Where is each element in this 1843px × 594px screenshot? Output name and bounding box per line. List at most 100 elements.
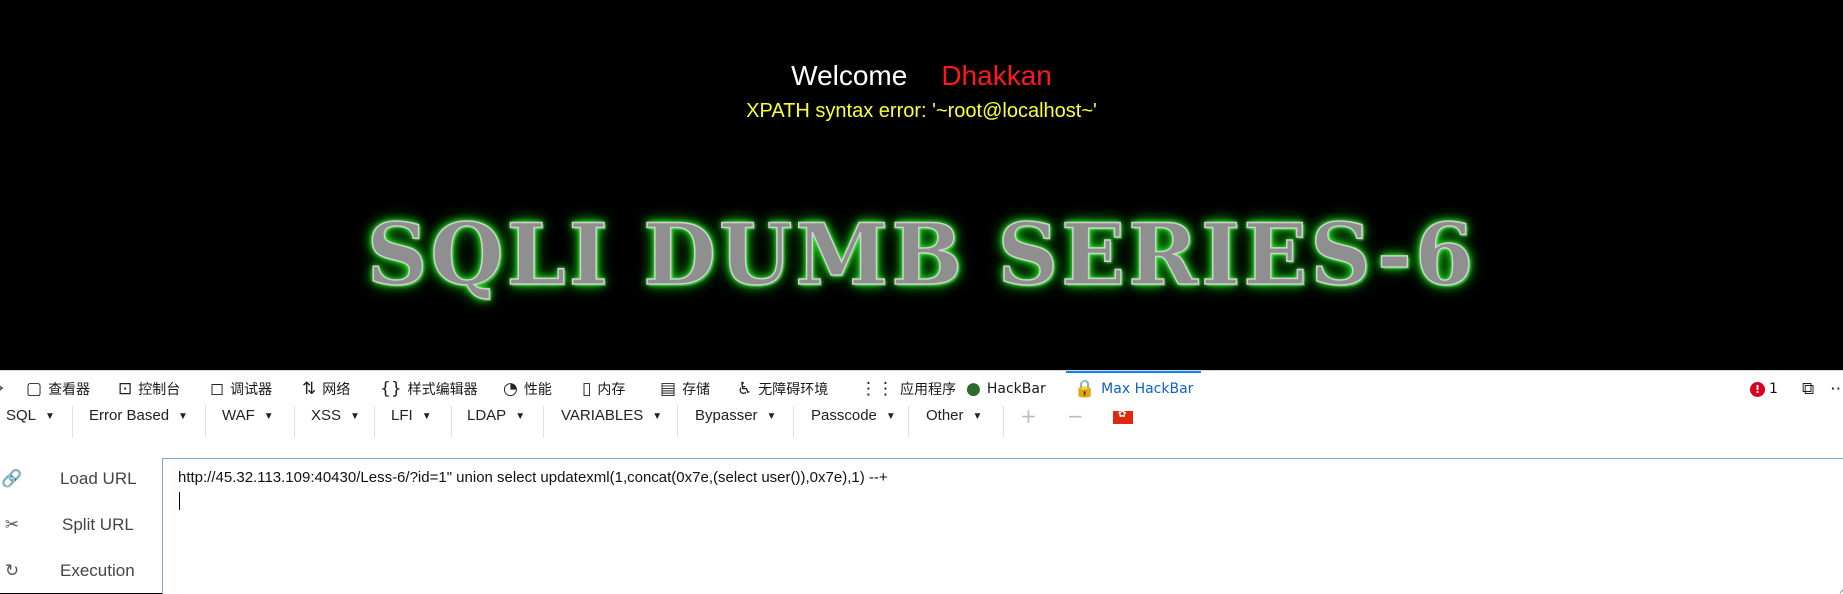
error-count-badge[interactable]: ! 1	[1750, 371, 1778, 407]
tab-label: 样式编辑器	[407, 382, 478, 398]
tab-hackbar[interactable]: ● HackBar	[966, 371, 1046, 407]
chevron-down-icon: ▼	[652, 411, 663, 422]
menu-label: XSS	[311, 407, 342, 424]
hackbar-body: 🔗 Load URL ✂ Split URL ↻ Execution http:…	[0, 438, 1843, 594]
menu-label: SQL	[6, 407, 37, 424]
menu-label: Passcode	[811, 407, 877, 424]
menu-lfi[interactable]: LFI ▼	[391, 406, 432, 439]
menu-waf[interactable]: WAF ▼	[222, 406, 274, 439]
chevron-down-icon: ▼	[178, 411, 188, 422]
tab-label: 查看器	[48, 382, 91, 398]
action-label: Load URL	[60, 469, 137, 488]
divider	[72, 406, 73, 438]
welcome-label: Welcome	[791, 60, 908, 91]
hackbar-icon: ●	[966, 379, 981, 399]
accessibility-icon: ♿	[737, 379, 753, 399]
banner-title: SQLI DUMB SERIES-6	[0, 204, 1843, 305]
minus-icon[interactable]: −	[1067, 406, 1084, 426]
menu-other[interactable]: Other ▼	[926, 406, 982, 439]
tab-accessibility[interactable]: ♿ 无障碍环境	[737, 371, 828, 407]
text-cursor	[179, 492, 180, 510]
chevron-down-icon: ▼	[263, 411, 274, 422]
tab-network[interactable]: ⇅ 网络	[302, 371, 350, 407]
tab-storage[interactable]: ▤ 存储	[660, 371, 710, 407]
menu-error-based[interactable]: Error Based ▼	[89, 406, 188, 439]
tab-label: HackBar	[986, 381, 1046, 397]
tab-label: 网络	[322, 382, 351, 398]
scissors-icon: ✂	[4, 515, 20, 534]
error-message: XPATH syntax error: '~root@localhost~'	[746, 100, 1097, 122]
load-url-button[interactable]: 🔗 Load URL	[0, 459, 160, 499]
menu-label: VARIABLES	[561, 407, 644, 424]
style-editor-icon: {}	[380, 379, 402, 399]
menu-ldap[interactable]: LDAP ▼	[467, 406, 525, 439]
tab-max-hackbar[interactable]: 🔒 Max HackBar	[1065, 371, 1202, 407]
tab-label: Max HackBar	[1101, 381, 1194, 397]
menu-sql[interactable]: SQL ▼	[6, 406, 55, 439]
tab-performance[interactable]: ◔ 性能	[503, 371, 552, 407]
divider	[1003, 406, 1004, 438]
debugger-icon: ◻	[210, 379, 225, 399]
tab-label: 无障碍环境	[758, 382, 829, 398]
inspector-icon: ▢	[26, 379, 43, 399]
banner-title-text: SQLI DUMB SERIES-6	[366, 204, 1477, 305]
menu-passcode[interactable]: Passcode ▼	[811, 406, 896, 439]
link-icon: 🔗	[1, 469, 23, 488]
network-icon: ⇅	[302, 379, 317, 399]
chevron-down-icon: ▼	[885, 411, 896, 422]
sqli-page: Welcome Dhakkan XPATH syntax error: '~roo…	[0, 0, 1843, 370]
url-text: http://45.32.113.109:40430/Less-6/?id=1"…	[178, 469, 888, 486]
action-label: Split URL	[62, 515, 134, 534]
error-count: 1	[1769, 381, 1778, 397]
tab-label: 内存	[597, 382, 626, 398]
tab-application[interactable]: ⋮⋮ 应用程序	[860, 371, 956, 407]
menu-label: Other	[926, 407, 964, 424]
plus-icon[interactable]: +	[1020, 406, 1037, 426]
user-name: Dhakkan	[941, 60, 1052, 91]
menu-label: Error Based	[89, 407, 170, 424]
menu-label: LFI	[391, 407, 413, 424]
resize-handle-icon[interactable]	[1838, 580, 1843, 594]
action-label: Execution	[60, 561, 135, 580]
hackbar-menubar: SQL ▼ Error Based ▼ WAF ▼ XSS ▼ LFI ▼ LDAP ▼ V…	[0, 406, 1843, 439]
url-textarea[interactable]: http://45.32.113.109:40430/Less-6/?id=1"…	[162, 458, 1843, 594]
menu-bypasser[interactable]: Bypasser ▼	[695, 406, 776, 439]
tab-style-editor[interactable]: {} 样式编辑器	[380, 371, 478, 407]
chevron-down-icon: ▼	[350, 411, 360, 422]
menu-label: WAF	[222, 407, 255, 424]
storage-icon: ▤	[660, 379, 677, 399]
tab-label: 应用程序	[900, 382, 956, 398]
dock-icon[interactable]: ⧉	[1802, 371, 1820, 407]
divider	[294, 406, 295, 438]
memory-icon: ▯	[582, 379, 592, 399]
execution-button[interactable]: ↻ Execution	[0, 551, 160, 591]
performance-icon: ◔	[503, 379, 518, 399]
split-url-button[interactable]: ✂ Split URL	[0, 505, 160, 545]
tab-inspector[interactable]: ▢ 查看器	[26, 371, 90, 407]
menu-label: Bypasser	[695, 407, 758, 424]
divider	[908, 406, 909, 438]
tab-label: 性能	[523, 382, 552, 398]
welcome-line: Welcome Dhakkan	[0, 60, 1843, 92]
chevron-down-icon: ▼	[515, 411, 526, 422]
more-options-icon[interactable]: ⋯	[1830, 371, 1843, 407]
tab-debugger[interactable]: ◻ 调试器	[210, 371, 272, 407]
tab-memory[interactable]: ▯ 内存	[582, 371, 625, 407]
menu-variables[interactable]: VARIABLES ▼	[561, 406, 662, 439]
chevron-down-icon: ▼	[766, 411, 777, 422]
max-hackbar-icon: 🔒	[1074, 379, 1096, 399]
refresh-icon: ↻	[4, 561, 20, 580]
hong-kong-flag-icon[interactable]	[1113, 409, 1133, 424]
pick-element-icon[interactable]: ⌖	[0, 371, 10, 407]
tab-console[interactable]: ⊡ 控制台	[118, 371, 180, 407]
divider	[793, 406, 794, 438]
divider	[451, 406, 452, 438]
application-icon: ⋮⋮	[860, 379, 894, 399]
chevron-down-icon: ▼	[972, 411, 983, 422]
menu-label: LDAP	[467, 407, 507, 424]
chevron-down-icon: ▼	[421, 411, 432, 422]
divider	[543, 406, 544, 438]
menu-xss[interactable]: XSS ▼	[311, 406, 360, 439]
tab-label: 调试器	[230, 382, 273, 398]
divider	[374, 406, 375, 438]
